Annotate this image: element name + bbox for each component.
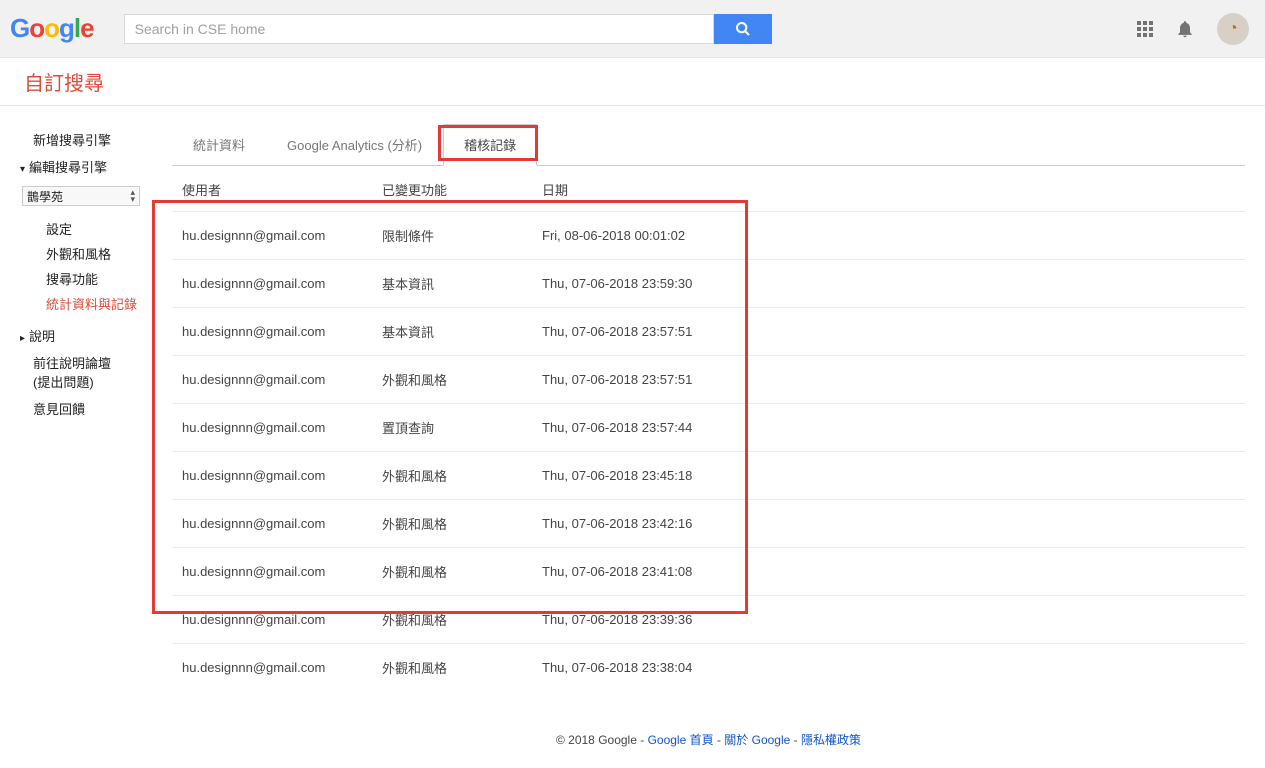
col-date: 日期 — [532, 166, 1245, 212]
cell-user: hu.designnn@gmail.com — [172, 260, 372, 308]
cell-feature: 外觀和風格 — [372, 356, 532, 404]
cell-user: hu.designnn@gmail.com — [172, 500, 372, 548]
cell-user: hu.designnn@gmail.com — [172, 644, 372, 692]
table-row: hu.designnn@gmail.com置頂查詢Thu, 07-06-2018… — [172, 404, 1245, 452]
avatar-initial: ◔ — [1228, 20, 1238, 38]
stepper-icon: ▴▾ — [130, 189, 135, 203]
sidebar-search-func[interactable]: 搜尋功能 — [46, 266, 152, 291]
table-row: hu.designnn@gmail.com限制條件Fri, 08-06-2018… — [172, 212, 1245, 260]
search-icon — [735, 21, 751, 37]
tab-ga[interactable]: Google Analytics (分析) — [266, 124, 443, 165]
table-row: hu.designnn@gmail.com外觀和風格Thu, 07-06-201… — [172, 548, 1245, 596]
sidebar-look[interactable]: 外觀和風格 — [46, 241, 152, 266]
cell-date: Thu, 07-06-2018 23:45:18 — [532, 452, 1245, 500]
cell-date: Thu, 07-06-2018 23:57:44 — [532, 404, 1245, 452]
subheader: 自訂搜尋 — [0, 58, 1265, 106]
table-row: hu.designnn@gmail.com基本資訊Thu, 07-06-2018… — [172, 308, 1245, 356]
cell-user: hu.designnn@gmail.com — [172, 596, 372, 644]
tab-stats[interactable]: 統計資料 — [172, 124, 266, 165]
engine-select[interactable]: 鵲學苑 ▴▾ — [22, 186, 140, 206]
cell-date: Fri, 08-06-2018 00:01:02 — [532, 212, 1245, 260]
cell-feature: 外觀和風格 — [372, 596, 532, 644]
sidebar-forum[interactable]: 前往說明論壇 — [33, 349, 152, 372]
sidebar: 新增搜尋引擎 編輯搜尋引擎 鵲學苑 ▴▾ 設定 外觀和風格 搜尋功能 統計資料與… — [0, 106, 152, 768]
table-row: hu.designnn@gmail.com外觀和風格Thu, 07-06-201… — [172, 356, 1245, 404]
sidebar-help[interactable]: 說明 — [20, 322, 152, 349]
cell-user: hu.designnn@gmail.com — [172, 308, 372, 356]
cell-feature: 外觀和風格 — [372, 644, 532, 692]
sidebar-stats-log[interactable]: 統計資料與記錄 — [46, 291, 152, 316]
topbar: Google ◔ — [0, 0, 1265, 58]
cell-user: hu.designnn@gmail.com — [172, 452, 372, 500]
col-user: 使用者 — [172, 166, 372, 212]
cell-feature: 基本資訊 — [372, 308, 532, 356]
cell-feature: 外觀和風格 — [372, 452, 532, 500]
content: 統計資料 Google Analytics (分析) 稽核記錄 使用者 已變更功… — [152, 106, 1265, 768]
avatar[interactable]: ◔ — [1217, 13, 1249, 45]
cell-feature: 限制條件 — [372, 212, 532, 260]
page-title: 自訂搜尋 — [24, 67, 104, 96]
sidebar-new-engine[interactable]: 新增搜尋引擎 — [33, 126, 152, 153]
table-row: hu.designnn@gmail.com外觀和風格Thu, 07-06-201… — [172, 644, 1245, 692]
tabs: 統計資料 Google Analytics (分析) 稽核記錄 — [172, 124, 1245, 166]
table-row: hu.designnn@gmail.com外觀和風格Thu, 07-06-201… — [172, 500, 1245, 548]
cell-user: hu.designnn@gmail.com — [172, 356, 372, 404]
footer: © 2018 Google - Google 首頁 - 關於 Google - … — [172, 691, 1245, 768]
notifications-icon[interactable] — [1175, 19, 1195, 39]
search-input[interactable] — [124, 14, 714, 44]
sidebar-forum-sub[interactable]: (提出問題) — [33, 372, 152, 395]
search-wrap — [124, 14, 772, 44]
cell-feature: 基本資訊 — [372, 260, 532, 308]
footer-copyright: © 2018 Google — [556, 733, 640, 747]
cell-feature: 置頂查詢 — [372, 404, 532, 452]
footer-privacy-link[interactable]: 隱私權政策 — [801, 733, 861, 747]
sidebar-settings[interactable]: 設定 — [46, 216, 152, 241]
topbar-right: ◔ — [1137, 13, 1249, 45]
cell-date: Thu, 07-06-2018 23:59:30 — [532, 260, 1245, 308]
cell-date: Thu, 07-06-2018 23:39:36 — [532, 596, 1245, 644]
cell-feature: 外觀和風格 — [372, 500, 532, 548]
cell-date: Thu, 07-06-2018 23:41:08 — [532, 548, 1245, 596]
engine-select-value: 鵲學苑 — [27, 188, 63, 205]
cell-date: Thu, 07-06-2018 23:57:51 — [532, 356, 1245, 404]
sidebar-feedback[interactable]: 意見回饋 — [33, 395, 152, 422]
footer-home-link[interactable]: Google 首頁 — [648, 733, 714, 747]
table-row: hu.designnn@gmail.com外觀和風格Thu, 07-06-201… — [172, 452, 1245, 500]
search-button[interactable] — [714, 14, 772, 44]
apps-icon[interactable] — [1137, 21, 1153, 37]
table-row: hu.designnn@gmail.com基本資訊Thu, 07-06-2018… — [172, 260, 1245, 308]
cell-user: hu.designnn@gmail.com — [172, 404, 372, 452]
google-logo[interactable]: Google — [10, 13, 94, 44]
table-header-row: 使用者 已變更功能 日期 — [172, 166, 1245, 212]
cell-feature: 外觀和風格 — [372, 548, 532, 596]
footer-about-link[interactable]: 關於 Google — [724, 733, 790, 747]
table-row: hu.designnn@gmail.com外觀和風格Thu, 07-06-201… — [172, 596, 1245, 644]
cell-date: Thu, 07-06-2018 23:57:51 — [532, 308, 1245, 356]
cell-date: Thu, 07-06-2018 23:42:16 — [532, 500, 1245, 548]
tab-audit[interactable]: 稽核記錄 — [443, 124, 537, 166]
audit-table: 使用者 已變更功能 日期 hu.designnn@gmail.com限制條件Fr… — [172, 166, 1245, 691]
sidebar-edit-engine[interactable]: 編輯搜尋引擎 — [20, 153, 152, 180]
col-feature: 已變更功能 — [372, 166, 532, 212]
cell-user: hu.designnn@gmail.com — [172, 548, 372, 596]
cell-date: Thu, 07-06-2018 23:38:04 — [532, 644, 1245, 692]
cell-user: hu.designnn@gmail.com — [172, 212, 372, 260]
